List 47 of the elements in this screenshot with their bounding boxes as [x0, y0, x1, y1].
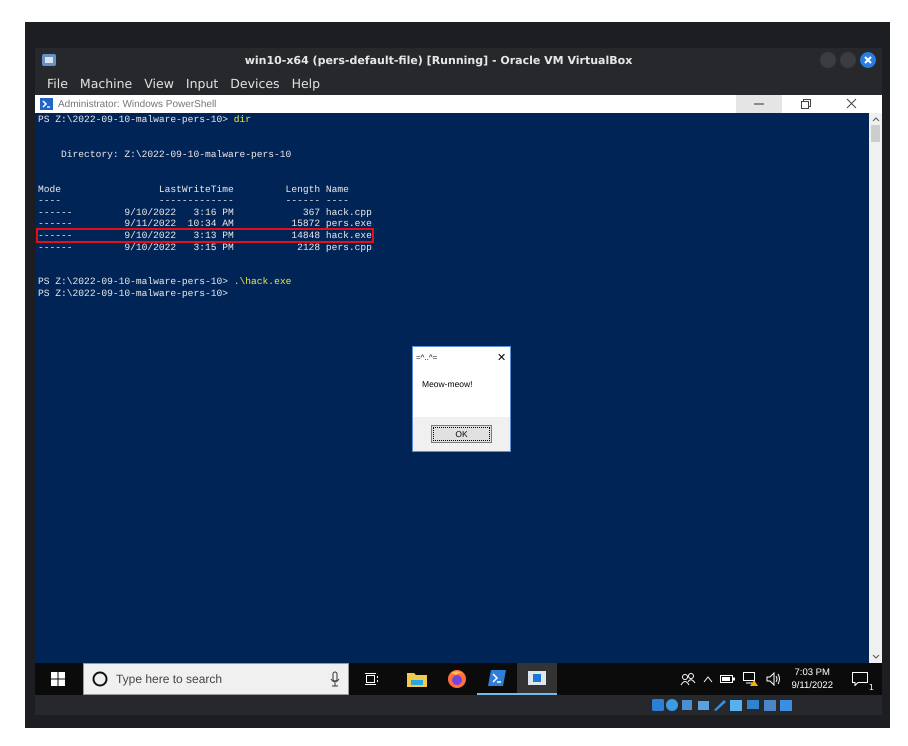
virtualbox-icon — [41, 52, 57, 68]
notification-icon[interactable] — [852, 672, 868, 686]
people-icon[interactable] — [680, 672, 696, 686]
dialog-title: =^..^= — [416, 352, 438, 362]
menu-item[interactable]: Input — [186, 76, 218, 91]
dialog-message: Meow-meow! — [421, 378, 474, 391]
search-input[interactable]: Type here to search — [114, 671, 324, 687]
battery-icon[interactable] — [720, 674, 736, 684]
close-icon[interactable] — [860, 52, 876, 68]
ok-button[interactable]: OK — [431, 425, 492, 443]
console-line: ------ 9/10/2022 3:15 PM 2128 pers.cpp — [38, 242, 372, 253]
microphone-icon[interactable] — [330, 671, 340, 687]
console-line: Directory: Z:\2022-09-10-malware-pers-10 — [60, 148, 292, 160]
network-warning-icon[interactable] — [743, 671, 760, 687]
console-line: ---- ------------- ------ ---- — [38, 195, 349, 206]
notification-count: 1 — [868, 683, 874, 692]
caret-up-icon[interactable] — [703, 675, 714, 683]
menu-item[interactable]: Devices — [230, 76, 280, 91]
taskbar-app[interactable] — [517, 663, 557, 695]
windows-start-icon[interactable] — [51, 672, 65, 686]
window-title: Administrator: Windows PowerShell — [58, 98, 218, 110]
scroll-thumb[interactable] — [871, 125, 880, 142]
window-icon — [528, 671, 546, 685]
browser-icon — [447, 669, 467, 689]
scrollbar[interactable] — [869, 113, 882, 663]
menu-item[interactable]: File — [47, 76, 68, 91]
menu-item[interactable]: Machine — [80, 76, 132, 91]
volume-icon[interactable] — [766, 672, 782, 686]
console-line: ------ 9/10/2022 3:13 PM 14848 hack.exe — [38, 230, 372, 241]
close-button[interactable]: ✕ — [497, 350, 506, 364]
clock-time[interactable]: 7:03 PM — [794, 666, 830, 679]
powershell-icon — [488, 670, 506, 686]
console-line: ------ 9/11/2022 10:34 AM 15872 pers.exe — [38, 218, 372, 230]
console-line: PS Z:\2022-09-10-malware-pers-10> — [38, 288, 228, 299]
console-line: PS Z:\2022-09-10-malware-pers-10> dir — [38, 114, 252, 125]
powershell-icon — [40, 98, 53, 110]
console-line: ------ 9/10/2022 3:16 PM 367 hack.cpp — [38, 206, 372, 218]
taskbar-search-bar[interactable]: Type here to search — [83, 663, 349, 695]
window-title: win10-x64 (pers-default-file) [Running] - Oracle VM VirtualBox — [244, 54, 634, 66]
menu-item[interactable]: View — [144, 76, 174, 91]
console-line: Mode LastWriteTime Length Name — [38, 184, 349, 195]
console-line: PS Z:\2022-09-10-malware-pers-10> .\hack.exe — [38, 276, 292, 288]
search-icon — [92, 671, 108, 687]
folder-icon — [407, 671, 427, 687]
clock-date[interactable]: 9/11/2022 — [791, 679, 833, 692]
menu-item[interactable]: Help — [292, 76, 320, 91]
task-view-icon[interactable] — [365, 672, 379, 686]
